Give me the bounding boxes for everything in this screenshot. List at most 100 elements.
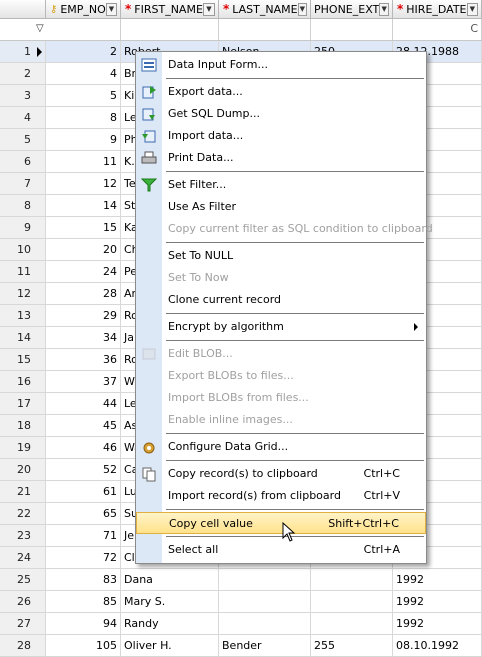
first-name-cell[interactable]: Oliver H. [121, 635, 219, 656]
table-row[interactable]: 25 83 Dana 1992 [0, 569, 482, 591]
emp-no-cell[interactable]: 36 [46, 349, 121, 370]
menu-item-set-to-null[interactable]: Set To NULL [136, 245, 426, 267]
menu-item-label: Copy cell value [169, 517, 253, 530]
last-name-cell[interactable] [219, 591, 311, 612]
primary-key-icon: ⚷ [50, 3, 58, 15]
filter-cell[interactable] [393, 19, 482, 40]
menu-item-shortcut: Ctrl+C [363, 467, 400, 480]
emp-no-cell[interactable]: 94 [46, 613, 121, 634]
last-name-cell[interactable]: Bender [219, 635, 311, 656]
row-number: 8 [0, 195, 46, 216]
emp-no-cell[interactable]: 45 [46, 415, 121, 436]
emp-no-cell[interactable]: 5 [46, 85, 121, 106]
column-dropdown-icon[interactable]: ▼ [379, 2, 389, 16]
menu-item-set-to-now: Set To Now [136, 267, 426, 289]
emp-no-cell[interactable]: 61 [46, 481, 121, 502]
menu-item-select-all[interactable]: Select all Ctrl+A [136, 539, 426, 561]
last-name-cell[interactable] [219, 613, 311, 634]
row-number: 3 [0, 85, 46, 106]
phone-ext-cell[interactable]: 255 [311, 635, 393, 656]
menu-item-copy-record-s-to-clipboard[interactable]: Copy record(s) to clipboard Ctrl+C [136, 463, 426, 485]
emp-no-cell[interactable]: 65 [46, 503, 121, 524]
filter-cell[interactable] [121, 19, 219, 40]
filter-cell[interactable] [219, 19, 311, 40]
emp-no-cell[interactable]: 4 [46, 63, 121, 84]
column-header-label: LAST_NAME [232, 2, 298, 16]
column-header-emp-no[interactable]: ⚷ EMP_NO ▼ [46, 0, 121, 19]
menu-item-label: Export data... [168, 85, 243, 98]
row-number: 28 [0, 635, 46, 656]
emp-no-cell[interactable]: 28 [46, 283, 121, 304]
emp-no-cell[interactable]: 24 [46, 261, 121, 282]
emp-no-cell[interactable]: 105 [46, 635, 121, 656]
menu-item-set-filter[interactable]: Set Filter... [136, 174, 426, 196]
column-dropdown-icon[interactable]: ▼ [466, 2, 478, 16]
current-row-indicator-icon [37, 47, 42, 57]
emp-no-cell[interactable]: 15 [46, 217, 121, 238]
table-row[interactable]: 27 94 Randy 1992 [0, 613, 482, 635]
row-number: 22 [0, 503, 46, 524]
menu-item-import-record-s-from-clipboard[interactable]: Import record(s) from clipboard Ctrl+V [136, 485, 426, 507]
column-header-first-name[interactable]: * FIRST_NAME ▼ [121, 0, 219, 19]
column-header-last-name[interactable]: * LAST_NAME ▼ [219, 0, 311, 19]
menu-item-copy-cell-value[interactable]: Copy cell value Shift+Ctrl+C [136, 512, 426, 534]
last-name-cell[interactable] [219, 569, 311, 590]
phone-ext-cell[interactable] [311, 569, 393, 590]
menu-item-label: Set To NULL [168, 249, 234, 262]
menu-item-label: Select all [168, 543, 219, 556]
hire-date-cell[interactable]: 08.10.1992 [393, 635, 482, 656]
emp-no-cell[interactable]: 37 [46, 371, 121, 392]
column-dropdown-icon[interactable]: ▼ [202, 2, 215, 16]
emp-no-cell[interactable]: 72 [46, 547, 121, 568]
table-row[interactable]: 28 105 Oliver H. Bender 255 08.10.1992 [0, 635, 482, 657]
menu-item-export-data[interactable]: Export data... [136, 81, 426, 103]
menu-item-encrypt-by-algorithm[interactable]: Encrypt by algorithm [136, 316, 426, 338]
emp-no-cell[interactable]: 29 [46, 305, 121, 326]
filter-cell[interactable] [46, 19, 121, 40]
emp-no-cell[interactable]: 52 [46, 459, 121, 480]
emp-no-cell[interactable]: 83 [46, 569, 121, 590]
column-header-phone-ext[interactable]: PHONE_EXT ▼ [311, 0, 393, 19]
filter-cell[interactable] [311, 19, 393, 40]
hire-date-cell[interactable]: 1992 [393, 613, 482, 634]
table-row[interactable]: 26 85 Mary S. 1992 [0, 591, 482, 613]
required-field-icon: * [397, 2, 404, 16]
first-name-cell[interactable]: Mary S. [121, 591, 219, 612]
menu-item-print-data[interactable]: Print Data... [136, 147, 426, 169]
menu-item-clone-current-record[interactable]: Clone current record [136, 289, 426, 311]
first-name-cell[interactable]: Randy [121, 613, 219, 634]
menu-item-import-data[interactable]: Import data... [136, 125, 426, 147]
emp-no-cell[interactable]: 34 [46, 327, 121, 348]
emp-no-cell[interactable]: 12 [46, 173, 121, 194]
emp-no-cell[interactable]: 44 [46, 393, 121, 414]
phone-ext-cell[interactable] [311, 613, 393, 634]
emp-no-cell[interactable]: 11 [46, 151, 121, 172]
emp-no-cell[interactable]: 46 [46, 437, 121, 458]
menu-item-data-input-form[interactable]: Data Input Form... [136, 54, 426, 76]
configure-icon [143, 442, 155, 454]
menu-item-get-sql-dump[interactable]: Get SQL Dump... [136, 103, 426, 125]
column-dropdown-icon[interactable]: ▼ [105, 2, 117, 16]
column-dropdown-icon[interactable]: ▼ [297, 2, 307, 16]
menu-item-label: Import record(s) from clipboard [168, 489, 341, 502]
menu-separator [166, 340, 424, 341]
first-name-cell[interactable]: Dana [121, 569, 219, 590]
hire-date-cell[interactable]: 1992 [393, 569, 482, 590]
emp-no-cell[interactable]: 20 [46, 239, 121, 260]
column-header-hire-date[interactable]: * HIRE_DATE ▼ [393, 0, 482, 19]
emp-no-cell[interactable]: 85 [46, 591, 121, 612]
menu-item-configure-data-grid[interactable]: Configure Data Grid... [136, 436, 426, 458]
phone-ext-cell[interactable] [311, 591, 393, 612]
emp-no-cell[interactable]: 71 [46, 525, 121, 546]
emp-no-cell[interactable]: 9 [46, 129, 121, 150]
hire-date-cell[interactable]: 1992 [393, 591, 482, 612]
emp-no-cell[interactable]: 2 [46, 41, 121, 62]
menu-separator [166, 242, 424, 243]
filter-clear-icon[interactable]: C [470, 22, 478, 35]
menu-item-copy-current-filter-as-sql-condition-to-clipboard: Copy current filter as SQL condition to … [136, 218, 433, 240]
menu-item-label: Set Filter... [168, 178, 227, 191]
menu-item-use-as-filter[interactable]: Use As Filter [136, 196, 426, 218]
emp-no-cell[interactable]: 8 [46, 107, 121, 128]
column-header-label: PHONE_EXT [314, 2, 380, 16]
emp-no-cell[interactable]: 14 [46, 195, 121, 216]
